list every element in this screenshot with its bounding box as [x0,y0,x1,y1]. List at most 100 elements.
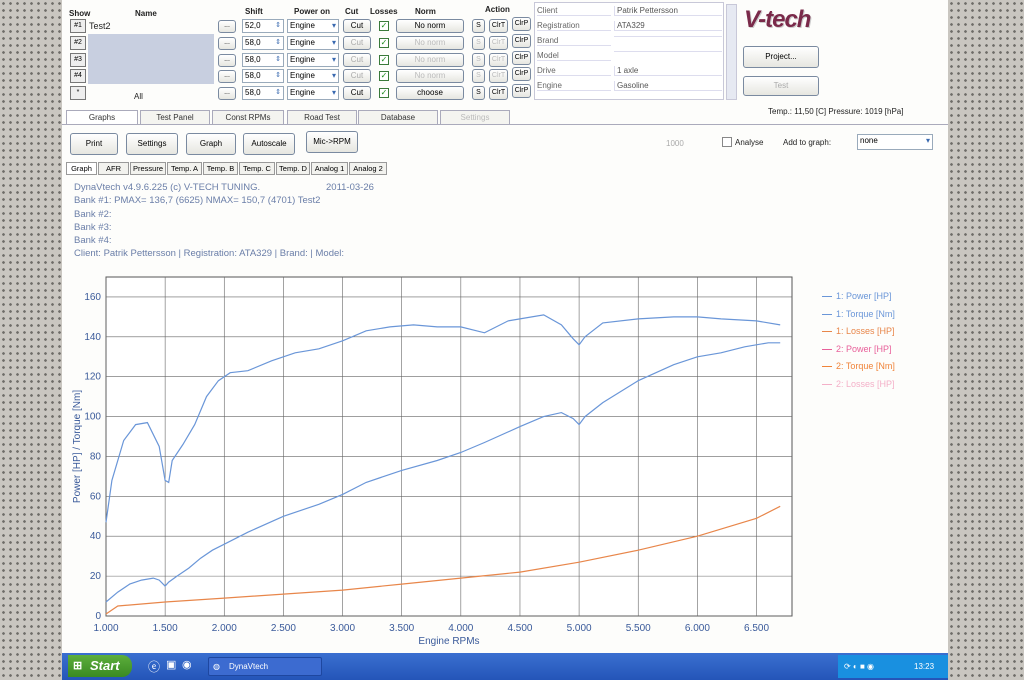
losses-checkbox[interactable]: ✓ [379,21,389,31]
client-field-value[interactable]: Gasoline [614,81,722,91]
save-s-button[interactable]: S [472,69,485,83]
spinner-icon[interactable]: ⇕ [275,70,281,82]
shift-input[interactable]: 58,0 ⇕ [242,36,284,50]
subtab-analog-1[interactable]: Analog 1 [311,162,348,175]
clear-torque-button[interactable]: ClrT [489,19,508,33]
cut-button[interactable]: Cut [343,86,371,100]
client-field-value[interactable]: 1 axle [614,66,722,76]
losses-checkbox[interactable]: ✓ [379,55,389,65]
power-on-value: Engine [290,38,315,47]
subtab-afr[interactable]: AFR [98,162,129,175]
subtab-temp-c[interactable]: Temp. C [239,162,275,175]
settings-button[interactable]: Settings [126,133,178,155]
power-on-select[interactable]: Engine ▾ [287,36,339,50]
client-field-value[interactable]: Patrik Pettersson [614,6,722,16]
show-toggle[interactable]: #4 [70,69,86,83]
show-toggle[interactable]: #2 [70,36,86,50]
norm-button[interactable]: No norm [396,69,464,83]
start-button[interactable]: ⊞ Start [68,655,132,677]
norm-button[interactable]: No norm [396,53,464,67]
row-name-1[interactable]: Test2 [89,21,111,31]
analyse-label: Analyse [735,138,764,147]
save-s-button[interactable]: S [472,19,485,33]
browse-button[interactable]: ... [218,54,236,67]
client-field-value[interactable] [614,36,722,37]
tab-database[interactable]: Database [358,110,438,124]
shift-input[interactable]: 58,0 ⇕ [242,53,284,67]
power-on-select[interactable]: Engine ▾ [287,69,339,83]
tab-const-rpms[interactable]: Const RPMs [212,110,284,124]
subtab-temp-a[interactable]: Temp. A [167,162,202,175]
save-s-button[interactable]: S [472,36,485,50]
browse-button[interactable]: ... [218,70,236,83]
add-to-graph-select[interactable]: none ▾ [857,134,933,150]
losses-checkbox[interactable]: ✓ [379,38,389,48]
client-field-value[interactable] [614,51,722,52]
app-icon: ◍ [213,662,220,671]
losses-header: Losses [370,7,398,16]
clear-torque-button[interactable]: ClrT [489,69,508,83]
x-tick-label: 3.500 [389,623,414,634]
subtab-graph[interactable]: Graph [66,162,97,175]
tab-settings[interactable]: Settings [440,110,510,124]
name-header: Name [135,9,157,18]
cut-button[interactable]: Cut [343,19,371,33]
test-button[interactable]: Test [743,76,819,96]
subtab-analog-2[interactable]: Analog 2 [349,162,387,175]
clear-power-button[interactable]: ClrP [512,67,531,81]
taskbar-dynavtech[interactable]: ◍ DynaVtech [208,657,322,676]
clear-torque-button[interactable]: ClrT [489,36,508,50]
shift-input[interactable]: 52,0 ⇕ [242,19,284,33]
show-toggle[interactable]: * [70,86,86,100]
desktop-icon[interactable]: ▣ [166,658,176,671]
subtab-pressure[interactable]: Pressure [130,162,166,175]
power-on-select[interactable]: Engine ▾ [287,86,339,100]
media-icon[interactable]: ◉ [182,658,192,671]
clear-power-button[interactable]: ClrP [512,17,531,31]
cut-button[interactable]: Cut [343,36,371,50]
client-field-value[interactable]: ATA329 [614,21,722,31]
y-tick-label: 0 [95,611,101,622]
show-toggle[interactable]: #3 [70,53,86,67]
save-s-button[interactable]: S [472,53,485,67]
spinner-icon[interactable]: ⇕ [275,20,281,32]
clear-torque-button[interactable]: ClrT [489,86,508,100]
tab-test-panel[interactable]: Test Panel [140,110,210,124]
shift-input[interactable]: 58,0 ⇕ [242,86,284,100]
losses-checkbox[interactable]: ✓ [379,88,389,98]
norm-button[interactable]: No norm [396,19,464,33]
clear-power-button[interactable]: ClrP [512,84,531,98]
show-toggle[interactable]: #1 [70,19,86,33]
power-on-select[interactable]: Engine ▾ [287,53,339,67]
save-s-button[interactable]: S [472,86,485,100]
graph-button[interactable]: Graph [186,133,236,155]
project-button[interactable]: Project... [743,46,819,68]
browse-button[interactable]: ... [218,20,236,33]
tab-road-test[interactable]: Road Test [287,110,357,124]
subtab-temp-d[interactable]: Temp. D [276,162,310,175]
clear-power-button[interactable]: ClrP [512,34,531,48]
losses-checkbox[interactable]: ✓ [379,71,389,81]
clear-power-button[interactable]: ClrP [512,51,531,65]
norm-button[interactable]: choose [396,86,464,100]
cut-button[interactable]: Cut [343,69,371,83]
autoscale-button[interactable]: Autoscale [243,133,295,155]
browse-button[interactable]: ... [218,87,236,100]
shift-input[interactable]: 58,0 ⇕ [242,69,284,83]
subtab-temp-b[interactable]: Temp. B [203,162,238,175]
client-scrollbar[interactable] [726,4,737,100]
tab-graphs[interactable]: Graphs [66,110,138,124]
cut-button[interactable]: Cut [343,53,371,67]
power-on-select[interactable]: Engine ▾ [287,19,339,33]
spinner-icon[interactable]: ⇕ [275,54,281,66]
ie-icon[interactable]: ⓔ [148,658,160,675]
mic-rpm-button[interactable]: Mic->RPM [306,131,358,153]
analyse-checkbox[interactable] [722,137,732,147]
tray-icons[interactable]: ⟳ ◐ ■ ◉ [844,655,874,678]
browse-button[interactable]: ... [218,37,236,50]
spinner-icon[interactable]: ⇕ [275,37,281,49]
clear-torque-button[interactable]: ClrT [489,53,508,67]
spinner-icon[interactable]: ⇕ [275,87,281,99]
norm-button[interactable]: No norm [396,36,464,50]
print-button[interactable]: Print [70,133,118,155]
